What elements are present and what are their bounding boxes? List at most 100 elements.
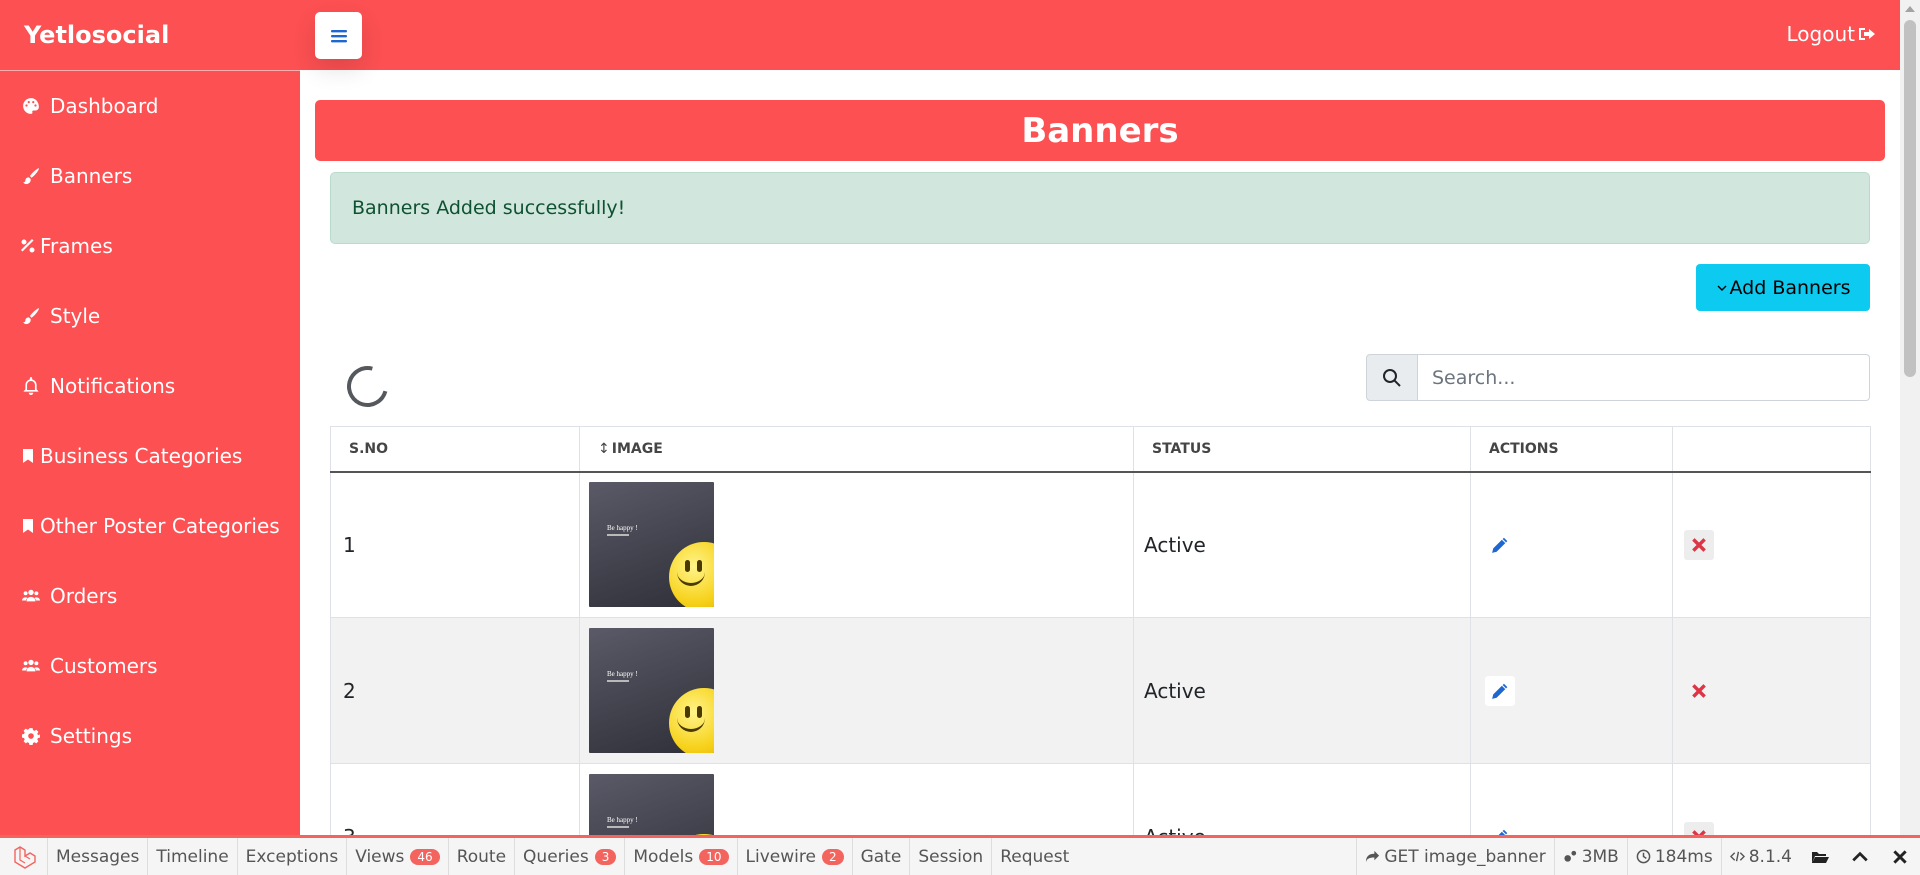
scroll-up-arrow-icon[interactable] (1905, 6, 1915, 12)
banner-thumbnail[interactable]: Be happy ! (589, 628, 714, 753)
sidebar: Yetlosocial Dashboard Banners Frames Sty… (0, 0, 300, 835)
image-cell: Be happy ! (579, 471, 1134, 618)
column-header-status[interactable]: STATUS (1133, 426, 1471, 473)
search-group (1366, 354, 1870, 401)
debugbar-info: GET image_banner 3MB 184ms 8.1.4 (1356, 838, 1920, 875)
sidebar-item-label: Style (50, 304, 101, 328)
column-header-sno[interactable]: S.NO (330, 426, 580, 473)
sno-cell: 2 (330, 617, 580, 764)
code-icon (1729, 851, 1745, 862)
table-row: 1 Be happy ! Active (330, 471, 1871, 618)
smiley-face-icon (669, 542, 714, 608)
debugbar-tab-request[interactable]: Request (992, 838, 1077, 875)
banner-thumbnail[interactable]: Be happy ! (589, 774, 714, 835)
top-navbar: Logout (300, 0, 1900, 70)
thumbnail-caption: Be happy ! (607, 670, 638, 678)
loading-spinner (339, 358, 396, 415)
debugbar-tab-exceptions[interactable]: Exceptions (238, 838, 348, 875)
status-cell: Active (1133, 617, 1471, 764)
sidebar-item-style[interactable]: Style (0, 281, 300, 351)
sidebar-toggle-button[interactable] (315, 12, 362, 59)
column-header-image[interactable]: ↕ IMAGE (579, 426, 1134, 473)
debugbar-tab-timeline[interactable]: Timeline (148, 838, 238, 875)
edit-cell (1470, 763, 1673, 835)
sidebar-item-label: Dashboard (50, 94, 159, 118)
bell-icon (20, 375, 42, 397)
sidebar-item-dashboard[interactable]: Dashboard (0, 71, 300, 141)
hamburger-menu-icon (330, 29, 347, 42)
main-content: Banners Banners Added successfully! Add … (300, 70, 1900, 835)
users-icon (20, 655, 42, 677)
column-header-empty (1672, 426, 1871, 473)
table-row: 2 Be happy ! Active (330, 617, 1871, 764)
sidebar-item-frames[interactable]: Frames (0, 211, 300, 281)
sidebar-item-banners[interactable]: Banners (0, 141, 300, 211)
close-icon (1893, 849, 1907, 864)
maximize-debugbar-button[interactable] (1840, 838, 1880, 875)
sidebar-item-other-poster-categories[interactable]: Other Poster Categories (0, 491, 300, 561)
image-cell: Be happy ! (579, 617, 1134, 764)
debugbar-tab-queries[interactable]: Queries 3 (515, 838, 626, 875)
sidebar-item-label: Frames (40, 234, 113, 258)
edit-button[interactable] (1485, 529, 1515, 560)
banners-table: S.NO ↕ IMAGE STATUS ACTIONS 1 Be happy ! … (330, 426, 1871, 835)
edit-cell (1470, 617, 1673, 764)
table-row: 3 Be happy ! Active (330, 763, 1871, 835)
image-cell: Be happy ! (579, 763, 1134, 835)
palette-icon (20, 95, 42, 117)
sidebar-item-notifications[interactable]: Notifications (0, 351, 300, 421)
delete-button[interactable] (1684, 821, 1714, 835)
search-icon (1366, 354, 1418, 401)
count-badge: 46 (410, 848, 440, 865)
logout-link[interactable]: Logout (1787, 22, 1876, 46)
column-header-actions: ACTIONS (1470, 426, 1673, 473)
vertical-scrollbar[interactable] (1900, 0, 1920, 835)
count-badge: 3 (594, 848, 617, 865)
alert-message: Banners Added successfully! (352, 197, 626, 219)
delete-button[interactable] (1684, 529, 1714, 560)
bookmark-icon (20, 515, 36, 537)
debugbar-tab-livewire[interactable]: Livewire 2 (738, 838, 853, 875)
clock-icon (1636, 849, 1651, 864)
pencil-icon (1498, 829, 1508, 835)
debugbar: Messages Timeline Exceptions Views 46 Rou… (0, 835, 1920, 875)
chevron-down-icon (1717, 285, 1726, 291)
debugbar-tab-views[interactable]: Views 46 (347, 838, 449, 875)
banner-thumbnail[interactable]: Be happy ! (589, 482, 714, 608)
users-icon (20, 585, 42, 607)
sidebar-item-settings[interactable]: Settings (0, 701, 300, 771)
delete-cell (1672, 471, 1871, 618)
folder-open-icon (1812, 851, 1829, 863)
close-icon (1692, 537, 1706, 552)
open-folder-button[interactable] (1800, 838, 1840, 875)
sidebar-item-label: Settings (50, 724, 133, 748)
edit-button[interactable] (1485, 675, 1515, 706)
debugbar-tab-models[interactable]: Models 10 (625, 838, 738, 875)
sign-out-icon (1859, 28, 1875, 40)
count-badge: 2 (821, 848, 844, 865)
sno-cell: 1 (330, 471, 580, 618)
debugbar-tab-session[interactable]: Session (910, 838, 993, 875)
add-banners-button[interactable]: Add Banners (1696, 264, 1870, 311)
debugbar-tab-messages[interactable]: Messages (48, 838, 149, 875)
status-cell: Active (1133, 763, 1471, 835)
debugbar-tab-gate[interactable]: Gate (853, 838, 911, 875)
delete-button[interactable] (1684, 676, 1714, 706)
sidebar-item-business-categories[interactable]: Business Categories (0, 421, 300, 491)
edit-button[interactable] (1485, 821, 1515, 835)
laravel-logo-icon[interactable] (0, 838, 48, 875)
pencil-icon (1492, 683, 1508, 699)
scrollbar-thumb[interactable] (1904, 20, 1916, 377)
search-input[interactable] (1418, 354, 1870, 401)
sidebar-item-customers[interactable]: Customers (0, 631, 300, 701)
debugbar-duration: 184ms (1626, 838, 1721, 875)
debugbar-memory: 3MB (1553, 838, 1627, 875)
thumbnail-caption: Be happy ! (607, 524, 638, 533)
brand-logo[interactable]: Yetlosocial (0, 0, 300, 71)
sidebar-item-label: Orders (50, 584, 118, 608)
sidebar-nav: Dashboard Banners Frames Style Notificat… (0, 71, 300, 771)
debugbar-request[interactable]: GET image_banner (1356, 838, 1553, 875)
debugbar-tab-route[interactable]: Route (449, 838, 516, 875)
sidebar-item-orders[interactable]: Orders (0, 561, 300, 631)
close-debugbar-button[interactable] (1880, 838, 1920, 875)
